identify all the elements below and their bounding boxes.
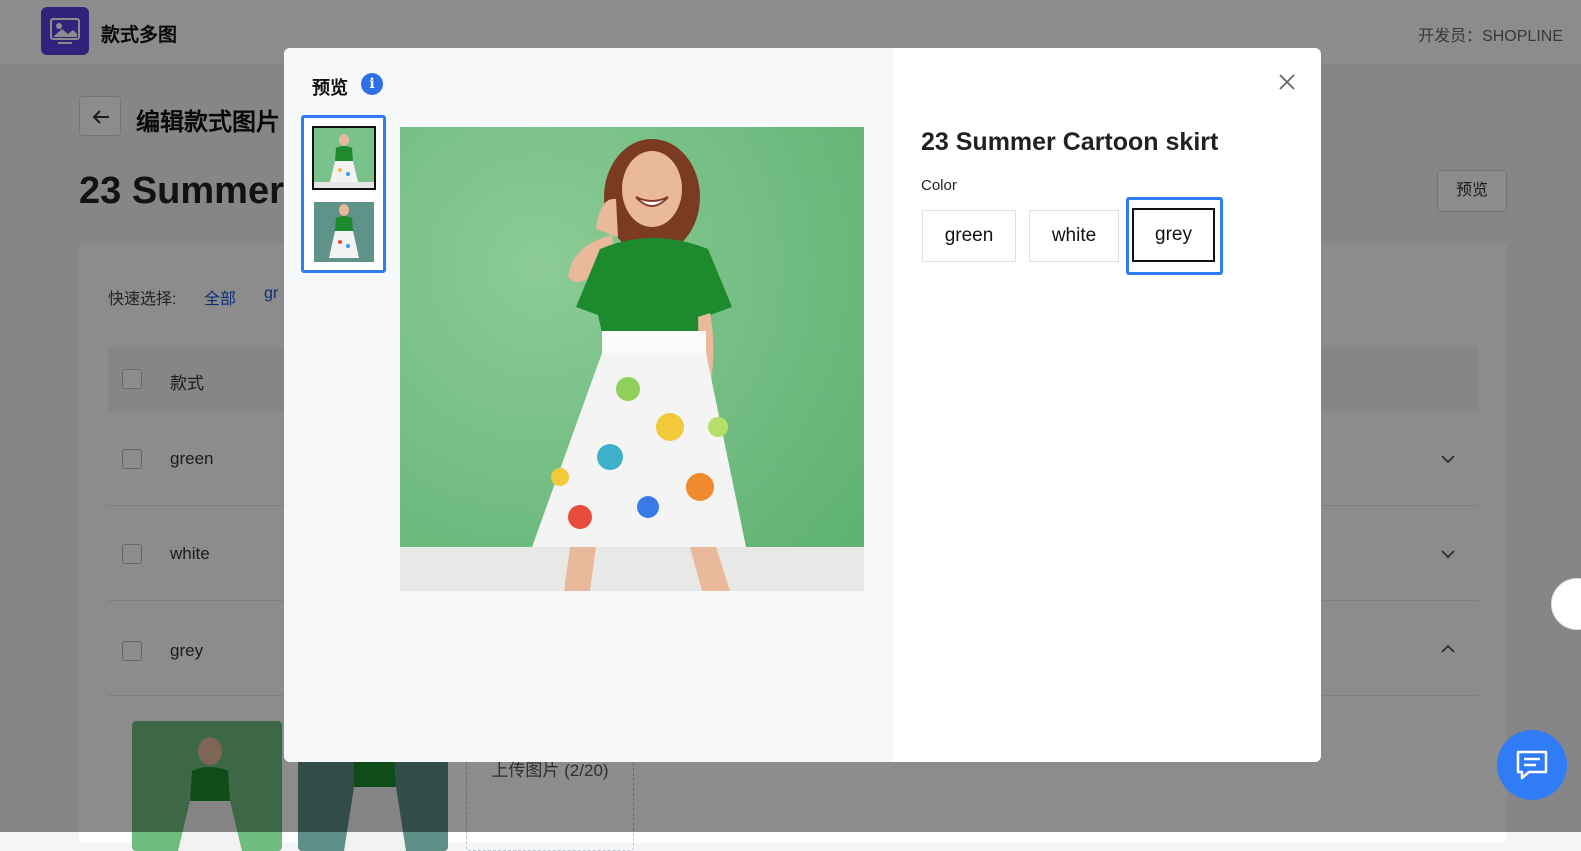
- modal-product-name: 23 Summer Cartoon skirt: [921, 128, 1219, 156]
- thumbnail-strip: [301, 115, 386, 273]
- modal-title: 预览: [312, 78, 348, 98]
- color-option-grey[interactable]: grey: [1132, 208, 1215, 262]
- product-photo: [314, 202, 374, 262]
- thumbnail-image[interactable]: [314, 202, 374, 262]
- option-label: Color: [921, 177, 957, 194]
- chat-icon: [1516, 750, 1548, 780]
- color-option-white[interactable]: white: [1029, 210, 1119, 262]
- info-icon[interactable]: i: [361, 73, 383, 95]
- chat-button[interactable]: [1497, 730, 1567, 800]
- close-icon[interactable]: [1277, 72, 1297, 92]
- color-option-green[interactable]: green: [922, 210, 1016, 262]
- product-photo: [314, 128, 374, 188]
- modal-image-panel: 预览 i: [284, 48, 893, 762]
- thumbnail-image[interactable]: [312, 126, 376, 190]
- main-preview-image: [400, 127, 864, 591]
- product-photo: [400, 127, 864, 591]
- preview-modal: 预览 i 23 Summer Cartoon skirt Color green…: [284, 48, 1321, 762]
